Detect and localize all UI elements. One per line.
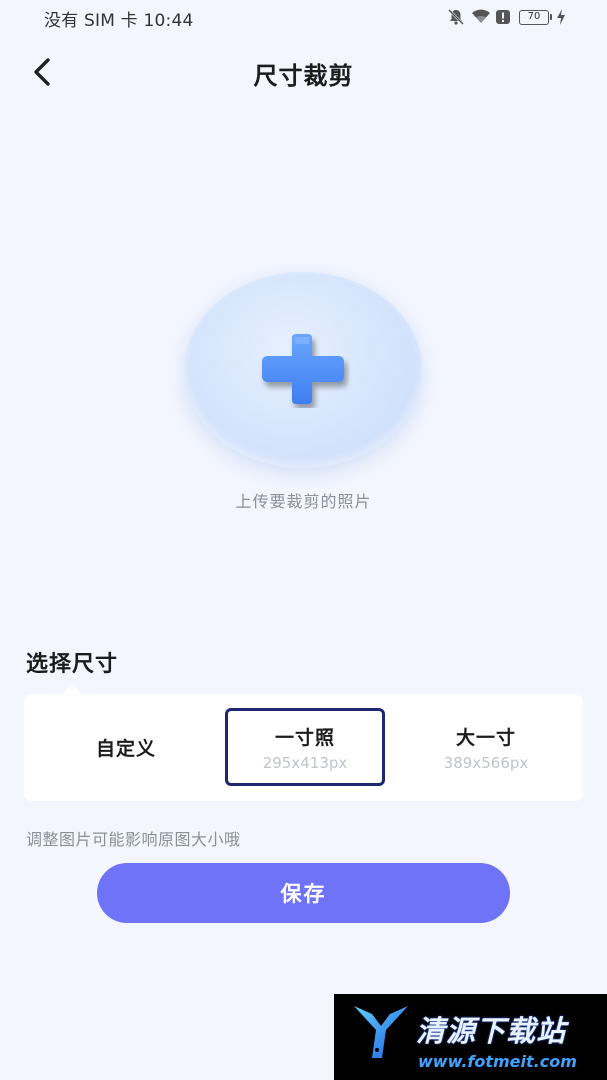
upload-photo-button[interactable] — [184, 272, 422, 468]
nav-bar: 尺寸裁剪 — [0, 46, 607, 100]
bell-off-icon — [447, 8, 465, 26]
watermark-text: 清源下载站 — [416, 1014, 567, 1048]
size-option-label: 一寸照 — [274, 726, 335, 749]
battery-icon: 70 — [519, 9, 552, 25]
alert-icon — [495, 8, 513, 26]
upload-hint: 上传要裁剪的照片 — [235, 492, 372, 511]
section-title: 选择尺寸 — [26, 652, 119, 677]
status-bar: 没有 SIM 卡 10:44 70 — [0, 0, 607, 34]
size-option-label: 自定义 — [95, 737, 156, 760]
carrier-time: 没有 SIM 卡 10:44 — [44, 11, 194, 31]
size-option-label: 大一寸 — [455, 726, 516, 749]
adjust-note: 调整图片可能影响原图大小哦 — [26, 830, 241, 849]
size-option-one-inch[interactable]: 一寸照 295x413px — [225, 708, 385, 786]
size-option-custom[interactable]: 自定义 — [46, 708, 206, 786]
watermark: 清源下载站 www.fotmeit.com — [334, 994, 607, 1080]
size-option-dimension: 389x566px — [443, 753, 529, 772]
watermark-url: www.fotmeit.com — [418, 1052, 577, 1071]
size-option-large-one-inch[interactable]: 大一寸 389x566px — [406, 708, 566, 786]
size-option-dimension: 295x413px — [262, 753, 348, 772]
page-title: 尺寸裁剪 — [253, 62, 354, 90]
status-icons: 70 — [447, 8, 567, 26]
size-options-card: 自定义 一寸照 295x413px 大一寸 389x566px — [24, 684, 583, 801]
plus-icon — [262, 334, 344, 404]
save-button[interactable]: 保存 — [97, 863, 510, 923]
charging-icon — [555, 8, 567, 26]
wifi-icon — [471, 8, 490, 26]
watermark-logo-icon — [354, 1006, 408, 1058]
